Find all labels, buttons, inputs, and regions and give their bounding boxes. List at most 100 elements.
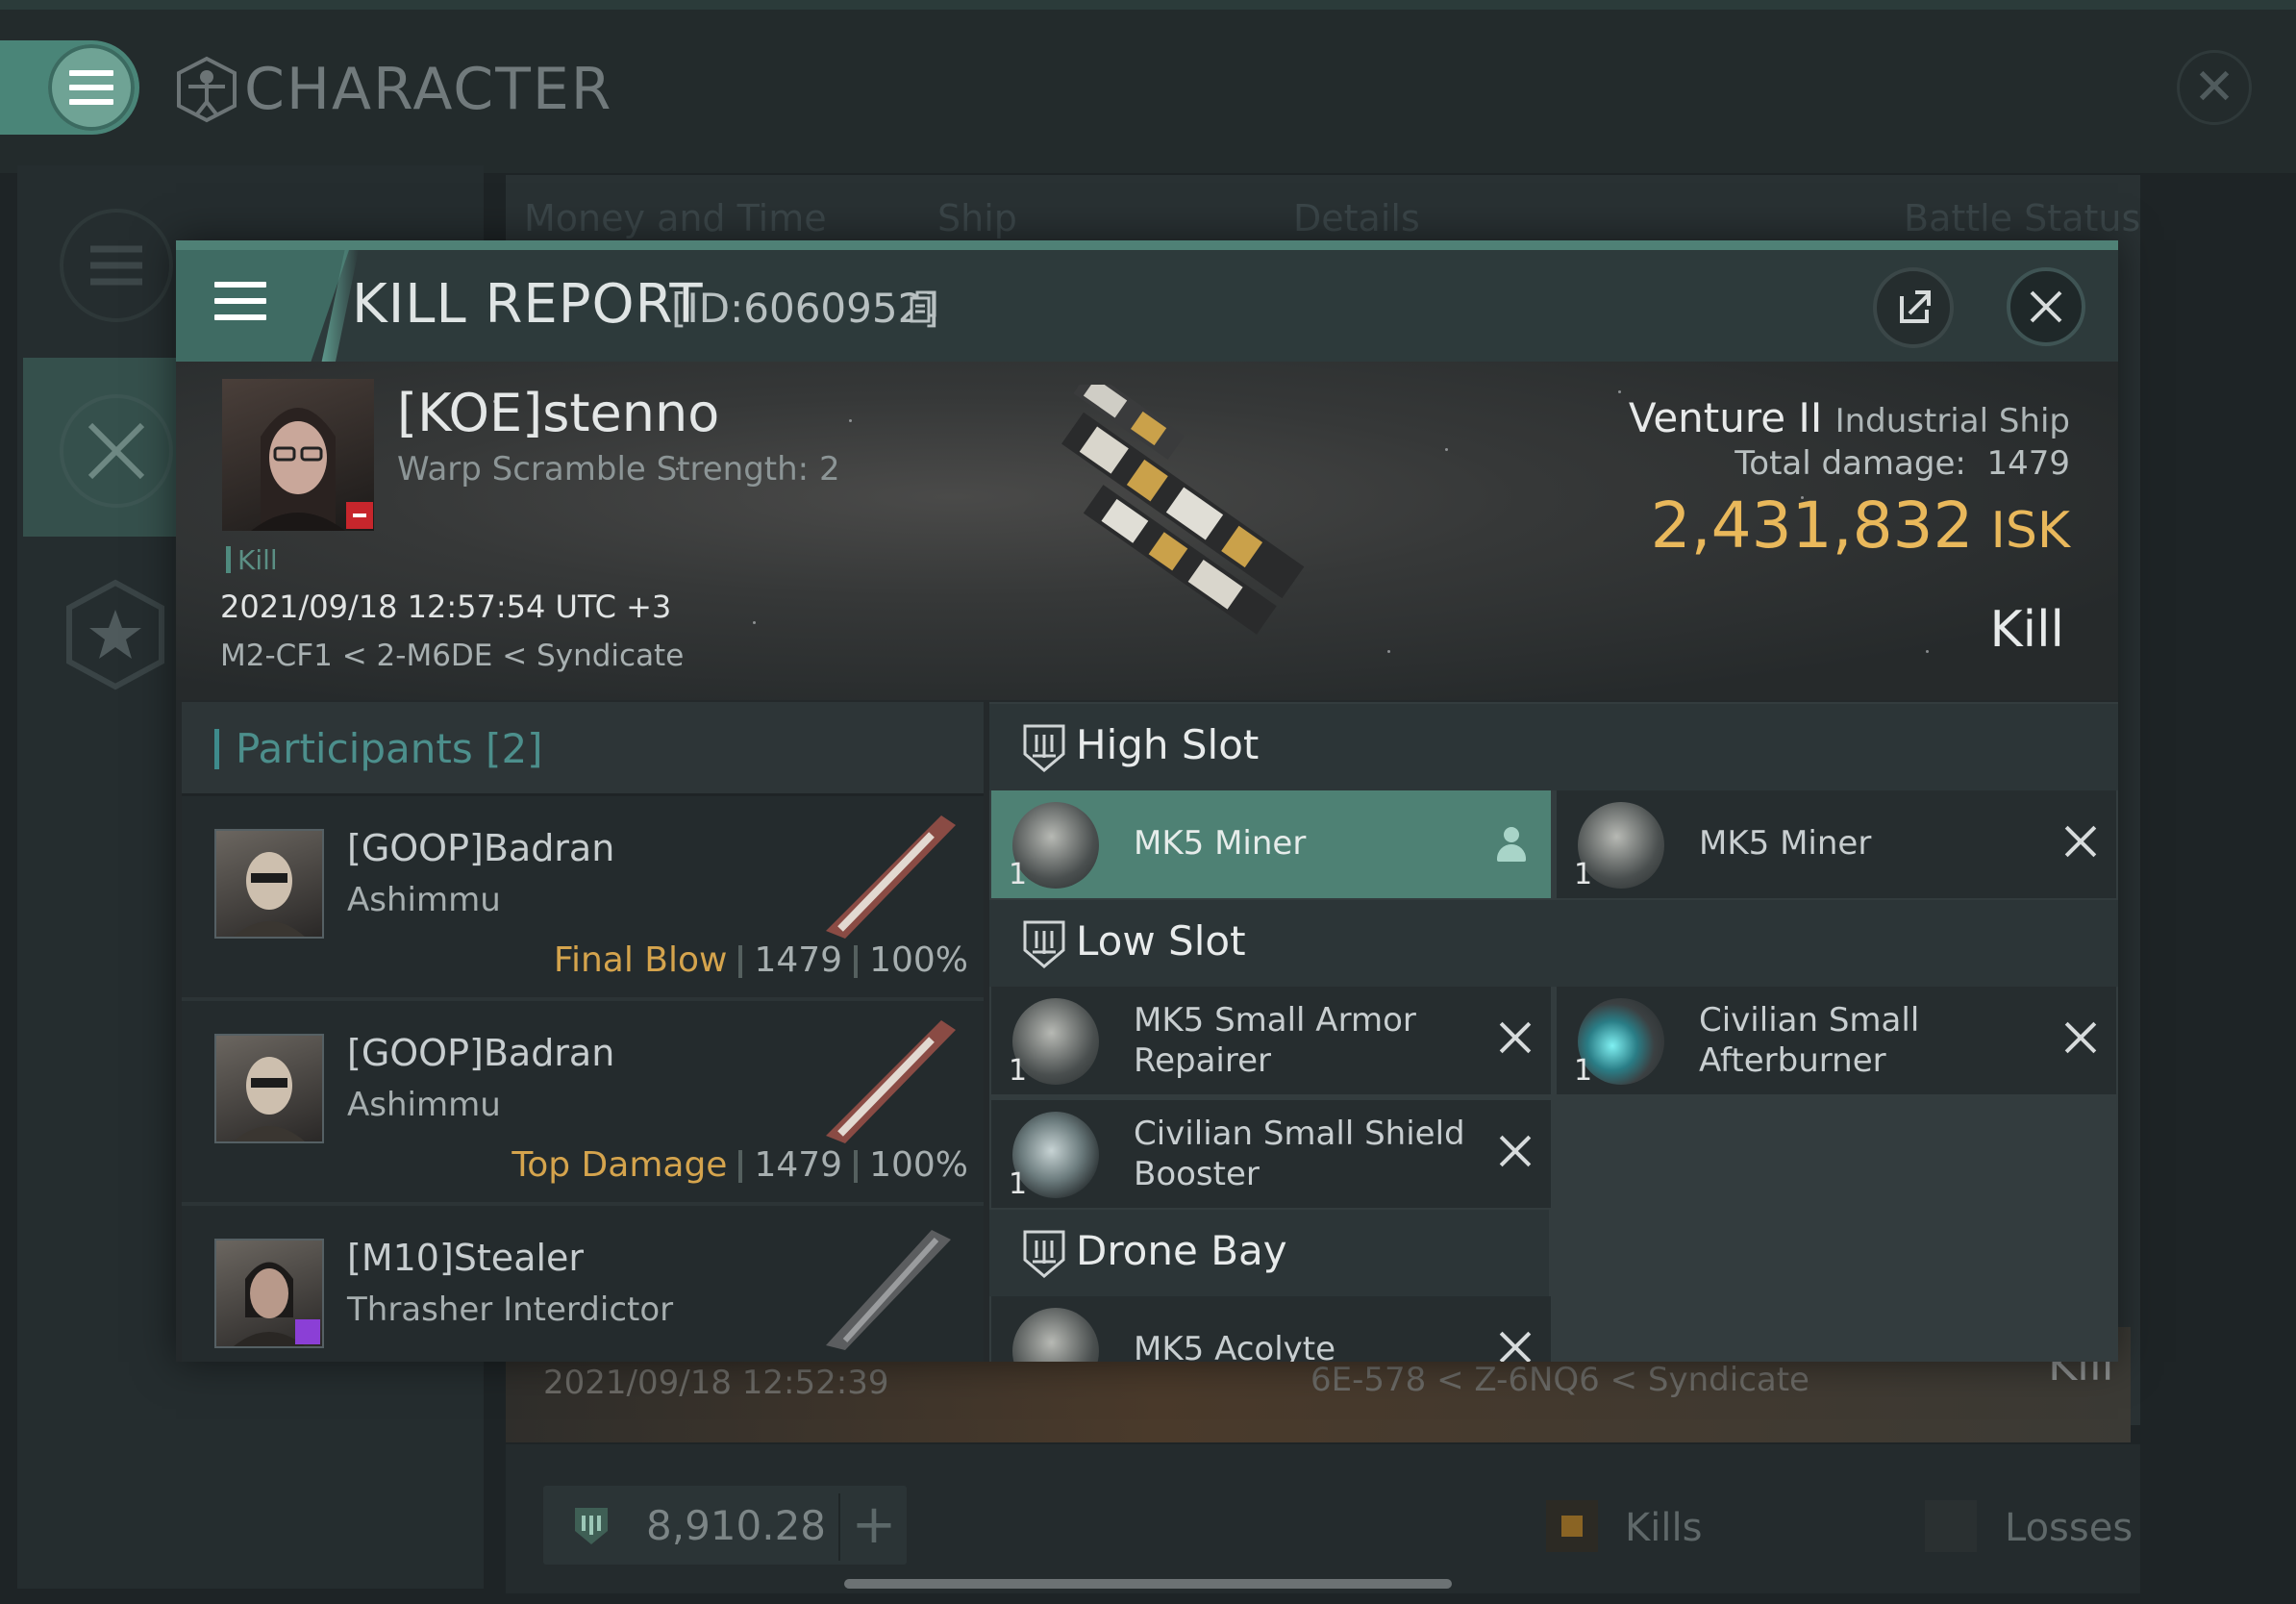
module-quantity: 1 bbox=[1009, 858, 1028, 891]
kill-tag: Kill bbox=[237, 544, 278, 576]
kills-filter-label: Kills bbox=[1625, 1506, 1703, 1550]
page-title: CHARACTER bbox=[244, 56, 613, 123]
destroyed-icon bbox=[2064, 825, 2097, 858]
crossed-swords-icon[interactable] bbox=[60, 394, 173, 508]
participant-ship: Thrasher Interdictor bbox=[347, 1291, 674, 1329]
kill-tag-bar bbox=[226, 546, 231, 573]
module-item[interactable]: 1 MK5 Miner bbox=[1557, 790, 2116, 898]
kill-result: Kill bbox=[1989, 601, 2064, 659]
ship-name-text: Venture II bbox=[1628, 394, 1823, 441]
column-header: Details bbox=[1293, 197, 1420, 239]
final-blow-label: Final Blow bbox=[553, 940, 728, 980]
slot-icon bbox=[1023, 920, 1065, 968]
destroyed-icon bbox=[1499, 1331, 1532, 1362]
ship-name[interactable]: Venture II Industrial Ship bbox=[1629, 394, 2070, 441]
module-name: MK5 Small Armor Repairer bbox=[1134, 1000, 1416, 1081]
participants-header-bar bbox=[214, 729, 219, 769]
hamburger-icon bbox=[69, 70, 113, 105]
top-damage-label: Top Damage bbox=[512, 1145, 728, 1185]
module-item[interactable]: 1 Civilian Small Afterburner bbox=[1557, 987, 2116, 1094]
close-icon bbox=[2030, 290, 2062, 323]
slot-icon bbox=[1023, 1230, 1065, 1278]
module-item[interactable]: 1 MK5 Miner bbox=[991, 790, 1551, 898]
module-name: MK5 Miner bbox=[1134, 824, 1307, 863]
participant-stats: Top Damage 1479 100% bbox=[512, 1145, 968, 1185]
participant-name: [GOOP]Badran bbox=[347, 1032, 615, 1074]
participant-avatar[interactable] bbox=[214, 1239, 324, 1348]
participant-avatar[interactable] bbox=[214, 1034, 324, 1143]
slot-icon bbox=[1023, 724, 1065, 772]
module-quantity: 1 bbox=[1574, 1054, 1593, 1088]
share-button[interactable] bbox=[1873, 267, 1954, 348]
isk-value: 2,431,832 ISK bbox=[1651, 489, 2070, 563]
list-icon[interactable] bbox=[60, 209, 173, 322]
drone-bay-header: Drone Bay bbox=[989, 1210, 1549, 1296]
participant-stats: Final Blow 1479 100% bbox=[554, 940, 968, 980]
kill-report-dialog: KILL REPORT [ID:6060952] [KOE]stenno War… bbox=[176, 240, 2118, 1362]
participant-ship: Ashimmu bbox=[347, 881, 501, 919]
destroyed-icon bbox=[1499, 1135, 1532, 1167]
ashimmu-ship-image bbox=[826, 1020, 956, 1143]
character-icon bbox=[177, 56, 237, 123]
participant-row[interactable]: [GOOP]Badran Ashimmu Top Damage 1479 100% bbox=[182, 1001, 984, 1206]
kill-datetime: 2021/09/18 12:57:54 UTC +3 bbox=[220, 589, 672, 625]
close-button[interactable] bbox=[2007, 267, 2085, 346]
share-icon bbox=[1900, 290, 1931, 323]
participant-name: [M10]Stealer bbox=[347, 1237, 585, 1279]
high-slot-header: High Slot bbox=[989, 704, 2118, 790]
top-border bbox=[0, 0, 2296, 10]
module-item[interactable]: 1 Civilian Small Shield Booster bbox=[991, 1100, 1551, 1208]
add-isk-button[interactable]: + bbox=[838, 1493, 908, 1561]
participant-row[interactable]: [M10]Stealer Thrasher Interdictor bbox=[182, 1206, 984, 1362]
module-quantity: 1 bbox=[1009, 1054, 1028, 1088]
module-item[interactable]: 1 MK5 Acolyte bbox=[991, 1296, 1551, 1362]
ship-class: Industrial Ship bbox=[1834, 402, 2070, 440]
close-icon[interactable]: ✕ bbox=[2177, 50, 2252, 125]
participant-avatar[interactable] bbox=[214, 829, 324, 939]
module-name-line: Booster bbox=[1134, 1155, 1260, 1193]
kill-row-date: 2021/09/18 12:52:39 bbox=[543, 1364, 889, 1402]
module-name: MK5 Acolyte bbox=[1134, 1330, 1336, 1362]
kills-filter-checkbox[interactable] bbox=[1546, 1500, 1598, 1552]
isk-balance: 8,910.28 bbox=[646, 1502, 827, 1549]
low-slot-label: Low Slot bbox=[1076, 917, 1246, 965]
module-name-line: Afterburner bbox=[1699, 1041, 1886, 1080]
drone-icon bbox=[1012, 1308, 1099, 1362]
total-damage-value: 1479 bbox=[1986, 444, 2070, 483]
participant-percent: 100% bbox=[869, 940, 968, 980]
thrasher-ship-image bbox=[826, 1230, 951, 1350]
module-name-line: Civilian Small Shield bbox=[1134, 1115, 1465, 1153]
module-item[interactable]: 1 MK5 Small Armor Repairer bbox=[991, 987, 1551, 1094]
kill-report-id: [ID:6060952] bbox=[671, 285, 939, 332]
losses-filter-label: Losses bbox=[2005, 1506, 2134, 1550]
participant-percent: 100% bbox=[869, 1145, 968, 1185]
venture-ship-image[interactable] bbox=[974, 385, 1359, 673]
module-name-line: Repairer bbox=[1134, 1041, 1272, 1080]
module-name: MK5 Miner bbox=[1699, 824, 1872, 863]
home-indicator[interactable] bbox=[844, 1579, 1452, 1589]
wallet-icon bbox=[575, 1508, 608, 1544]
low-slot-header: Low Slot bbox=[989, 900, 2118, 987]
participant-name: [GOOP]Badran bbox=[347, 827, 615, 869]
module-name: Civilian Small Afterburner bbox=[1699, 1000, 1919, 1081]
total-damage-label: Total damage: bbox=[1734, 444, 1966, 483]
participant-row[interactable]: [GOOP]Badran Ashimmu Final Blow 1479 100% bbox=[182, 796, 984, 1001]
participant-damage: 1479 bbox=[754, 1145, 843, 1185]
column-header: Ship bbox=[937, 197, 1017, 239]
ashimmu-ship-image bbox=[826, 815, 956, 939]
module-quantity: 1 bbox=[1009, 1167, 1028, 1201]
module-quantity: 1 bbox=[1574, 858, 1593, 891]
victim-name[interactable]: [KOE]stenno bbox=[397, 383, 719, 443]
high-slot-label: High Slot bbox=[1076, 721, 1260, 768]
module-name-line: MK5 Small Armor bbox=[1134, 1001, 1416, 1040]
main-menu-button[interactable] bbox=[48, 44, 135, 131]
user-icon bbox=[1495, 827, 1528, 864]
warp-scramble-strength: Warp Scramble Strength: 2 bbox=[397, 450, 840, 489]
hamburger-icon bbox=[214, 282, 266, 320]
losses-filter-checkbox[interactable] bbox=[1925, 1500, 1977, 1552]
dialog-title: KILL REPORT bbox=[352, 273, 704, 336]
copy-icon[interactable] bbox=[910, 290, 936, 323]
kill-row-location: 6E-578 < Z-6NQ6 < Syndicate bbox=[1310, 1361, 1809, 1399]
kill-location[interactable]: M2-CF1 < 2-M6DE < Syndicate bbox=[220, 639, 684, 673]
star-icon[interactable] bbox=[58, 577, 173, 692]
